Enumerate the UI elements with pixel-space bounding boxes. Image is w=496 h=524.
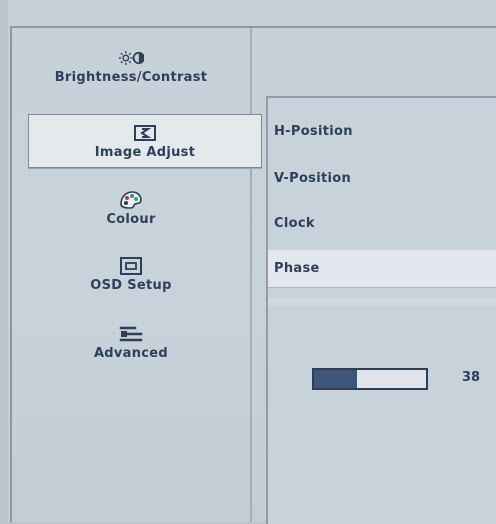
menu-item-image-adjust[interactable]: Image Adjust (28, 114, 262, 168)
menu-item-colour[interactable]: Colour (12, 190, 250, 227)
submenu-item-phase[interactable]: Phase (268, 250, 496, 288)
submenu-separator (268, 298, 496, 306)
menu-item-label: Colour (106, 212, 156, 227)
menu-item-brightness-contrast[interactable]: Brightness/Contrast (12, 48, 250, 85)
submenu-item-label: Clock (274, 215, 315, 231)
menu-item-label: Advanced (93, 346, 169, 361)
colour-palette-icon (118, 190, 144, 210)
menu-item-osd-setup[interactable]: OSD Setup (12, 256, 250, 293)
image-adjust-submenu: H-Position V-Position Clock Phase (266, 96, 496, 524)
menu-divider (250, 28, 252, 522)
submenu-item-label: V-Position (274, 170, 352, 186)
submenu-item-label: Phase (274, 261, 320, 276)
submenu-item-label: H-Position (274, 123, 353, 139)
brightness-contrast-icon (118, 48, 144, 68)
submenu-item-clock[interactable]: Clock (268, 204, 496, 242)
advanced-settings-icon (118, 324, 144, 344)
osd-setup-icon (118, 256, 144, 276)
menu-item-label: Brightness/Contrast (54, 70, 208, 85)
phase-slider-value: 38 (462, 370, 481, 385)
phase-slider-fill (314, 370, 357, 388)
menu-item-label: OSD Setup (90, 278, 172, 293)
image-adjust-icon (132, 123, 158, 143)
osd-main-menu: Brightness/Contrast Image Adjust Colour (12, 28, 262, 522)
submenu-item-v-position[interactable]: V-Position (268, 159, 496, 197)
phase-slider[interactable] (312, 368, 428, 390)
menu-item-advanced[interactable]: Advanced (12, 324, 250, 361)
submenu-item-h-position[interactable]: H-Position (268, 112, 496, 150)
menu-item-label: Image Adjust (94, 144, 196, 160)
